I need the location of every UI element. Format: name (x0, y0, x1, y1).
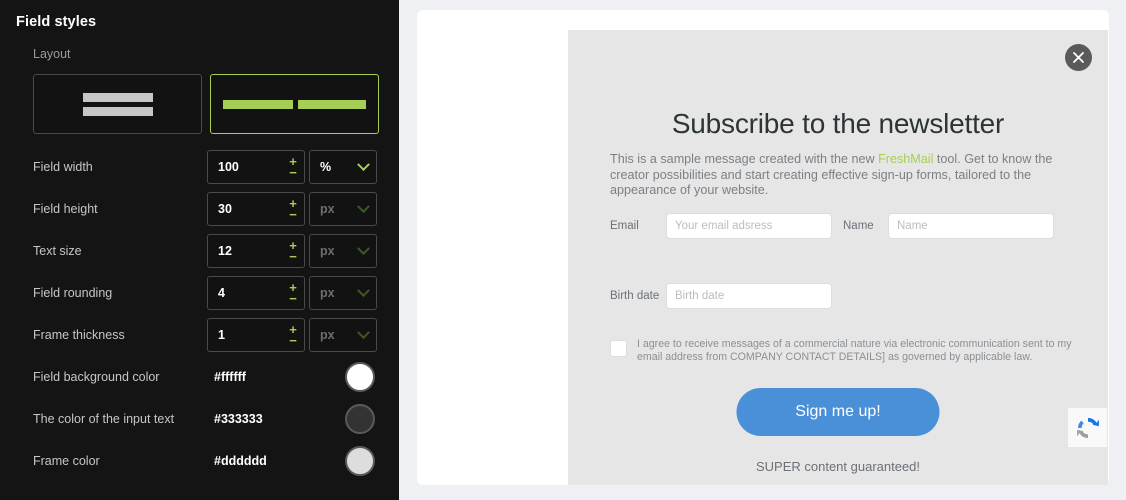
field-height-spin-buttons[interactable]: + − (282, 193, 304, 225)
field-rounding-unit-select[interactable]: px (309, 276, 377, 310)
row-label: Frame thickness (33, 328, 125, 342)
frame-thickness-spin-buttons[interactable]: + − (282, 319, 304, 351)
birth-date-label: Birth date (610, 290, 660, 302)
brand-name: FreshMail (878, 152, 934, 166)
row-text-size: Text size 12 + − px (0, 234, 399, 268)
unit-value: px (320, 328, 335, 342)
field-background-color-swatch[interactable] (345, 362, 375, 392)
description-part-1: This is a sample message created with th… (610, 152, 879, 166)
unit-value: px (320, 286, 335, 300)
unit-value: px (320, 202, 335, 216)
consent-row: I agree to receive messages of a commerc… (610, 338, 1080, 364)
field-rounding-spin-buttons[interactable]: + − (282, 277, 304, 309)
row-label: Text size (33, 244, 82, 258)
layout-option-stacked[interactable] (33, 74, 202, 134)
layout-option-inline[interactable] (210, 74, 379, 134)
unit-value: % (320, 160, 332, 174)
frame-color-swatch[interactable] (345, 446, 375, 476)
row-label: Field width (33, 160, 93, 174)
row-field-background-color: Field background color #ffffff (0, 360, 399, 394)
frame-thickness-stepper[interactable]: 1 + − (207, 318, 305, 352)
name-field-group: Name Name (843, 213, 1054, 239)
email-input[interactable]: Your email adsress (666, 213, 832, 239)
input-text-color-swatch[interactable] (345, 404, 375, 434)
decrement-icon[interactable]: − (289, 292, 297, 305)
consent-text: I agree to receive messages of a commerc… (637, 338, 1072, 363)
chevron-down-icon (357, 157, 370, 171)
birth-date-input[interactable]: Birth date (666, 283, 832, 309)
footer-note: SUPER content guaranteed! (755, 459, 921, 474)
newsletter-subscribe-modal: Subscribe to the newsletter This is a sa… (568, 30, 1108, 485)
field-height-stepper[interactable]: 30 + − (207, 192, 305, 226)
frame-color-value[interactable]: #dddddd (214, 454, 267, 468)
field-rounding-stepper[interactable]: 4 + − (207, 276, 305, 310)
consent-checkbox[interactable] (610, 340, 627, 357)
name-label: Name (843, 220, 874, 232)
field-width-value[interactable]: 100 (218, 160, 282, 174)
chevron-down-icon (357, 241, 370, 255)
modal-title: Subscribe to the newsletter (671, 108, 1005, 139)
stacked-preview-icon (82, 92, 153, 116)
inline-preview-icon (223, 99, 366, 109)
close-button[interactable] (1065, 44, 1092, 71)
decrement-icon[interactable]: − (289, 334, 297, 347)
row-frame-thickness: Frame thickness 1 + − px (0, 318, 399, 352)
preview-bar (223, 99, 293, 109)
text-size-stepper[interactable]: 12 + − (207, 234, 305, 268)
field-width-stepper[interactable]: 100 + − (207, 150, 305, 184)
field-rounding-value[interactable]: 4 (218, 286, 282, 300)
row-field-rounding: Field rounding 4 + − px (0, 276, 399, 310)
field-height-unit-select[interactable]: px (309, 192, 377, 226)
field-width-spin-buttons[interactable]: + − (282, 151, 304, 183)
modal-description: This is a sample message created with th… (610, 152, 1068, 199)
preview-bar (82, 106, 153, 116)
email-label: Email (610, 220, 639, 232)
row-label: The color of the input text (33, 412, 175, 426)
frame-thickness-unit-select[interactable]: px (309, 318, 377, 352)
birth-date-field-group: Birth date Birth date (610, 283, 832, 309)
close-icon (1073, 52, 1084, 63)
recaptcha-icon (1076, 417, 1099, 438)
layout-section-label: Layout (33, 47, 71, 61)
text-size-spin-buttons[interactable]: + − (282, 235, 304, 267)
row-label: Field height (33, 202, 98, 216)
sign-me-up-button[interactable]: Sign me up! (736, 388, 940, 436)
preview-bar (82, 92, 153, 102)
decrement-icon[interactable]: − (289, 208, 297, 221)
chevron-down-icon (357, 325, 370, 339)
text-size-value[interactable]: 12 (218, 244, 282, 258)
unit-value: px (320, 244, 335, 258)
page-title: Field styles (16, 14, 97, 30)
email-field-group: Email Your email adsress (610, 213, 832, 239)
decrement-icon[interactable]: − (289, 250, 297, 263)
name-input[interactable]: Name (888, 213, 1054, 239)
row-input-text-color: The color of the input text #333333 (0, 402, 399, 436)
row-frame-color: Frame color #dddddd (0, 444, 399, 478)
row-field-height: Field height 30 + − px (0, 192, 399, 226)
field-styles-sidebar: Field styles Layout Field width 100 + − … (0, 0, 399, 500)
decrement-icon[interactable]: − (289, 166, 297, 179)
field-width-unit-select[interactable]: % (309, 150, 377, 184)
text-size-unit-select[interactable]: px (309, 234, 377, 268)
row-field-width: Field width 100 + − % (0, 150, 399, 184)
frame-thickness-value[interactable]: 1 (218, 328, 282, 342)
row-label: Field background color (33, 370, 160, 384)
row-label: Field rounding (33, 286, 113, 300)
app-root: Field styles Layout Field width 100 + − … (0, 0, 1126, 500)
recaptcha-badge[interactable] (1068, 408, 1107, 447)
layout-options (33, 74, 379, 134)
field-background-color-value[interactable]: #ffffff (214, 370, 246, 384)
chevron-down-icon (357, 199, 370, 213)
chevron-down-icon (357, 283, 370, 297)
preview-bar (298, 99, 366, 109)
field-height-value[interactable]: 30 (218, 202, 282, 216)
row-label: Frame color (33, 454, 100, 468)
input-text-color-value[interactable]: #333333 (214, 412, 263, 426)
